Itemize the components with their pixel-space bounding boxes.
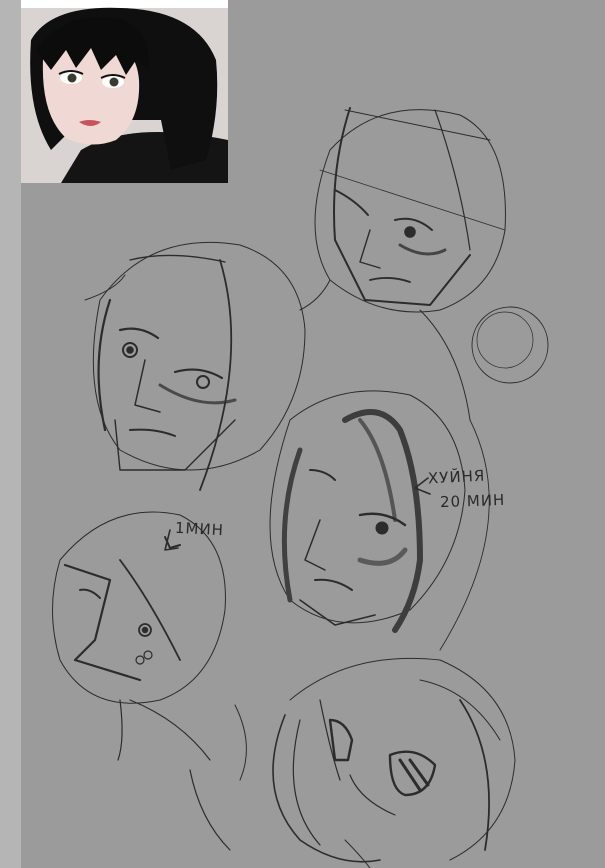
- annotation-twenty-minutes: 20 МИН: [439, 490, 506, 512]
- sketch-head-bottom-left: [52, 511, 247, 851]
- sketch-head-middle-left: [84, 241, 306, 491]
- annotation-one-minute: 1МИН: [174, 518, 225, 540]
- sketch-layer: [52, 107, 549, 868]
- drawing-page: 1МИН ХУЙНЯ 20 МИН: [0, 0, 605, 868]
- sketch-head-top-right: [299, 107, 549, 421]
- annotation-bad-label: ХУЙНЯ: [427, 466, 486, 488]
- sketch-head-center-right: [269, 390, 490, 651]
- sketch-head-bottom-right: [272, 657, 516, 868]
